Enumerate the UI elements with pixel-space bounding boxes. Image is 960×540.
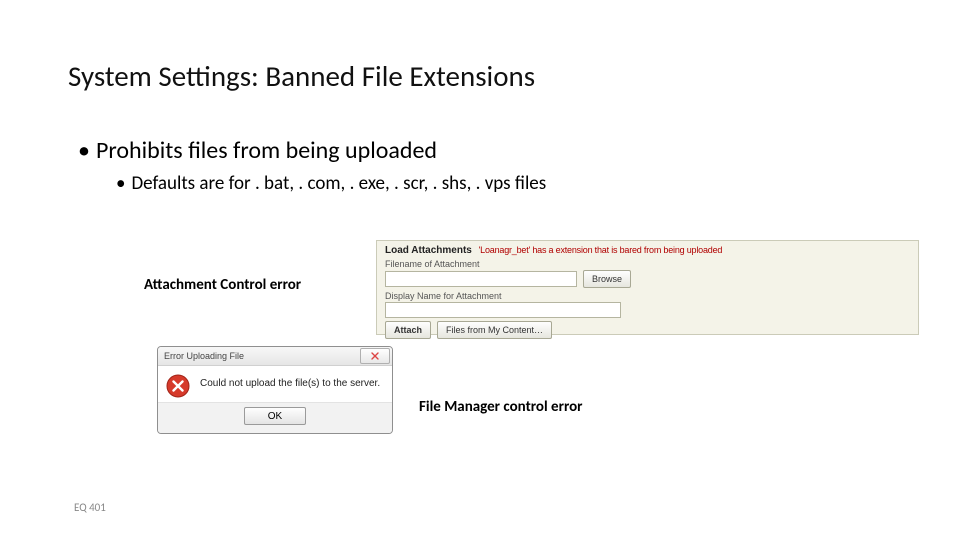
caption-file-manager-control-error: File Manager control error [419, 398, 582, 416]
bullet-2-text: Defaults are for . bat, . com, . exe, . … [131, 172, 546, 195]
close-icon [371, 352, 379, 360]
dialog-title-text: Error Uploading File [164, 351, 244, 361]
panel-header-title: Load Attachments [385, 245, 472, 256]
bullet-dot-icon: • [78, 136, 90, 165]
bullet-1-text: Prohibits files from being uploaded [96, 136, 437, 165]
filename-input[interactable] [385, 271, 577, 287]
bullet-list: •Prohibits files from being uploaded •De… [78, 135, 898, 195]
error-icon [166, 374, 190, 398]
panel-header: Load Attachments 'Loanagr_bet' has a ext… [385, 245, 910, 256]
panel-button-row: Attach Files from My Content… [385, 321, 910, 339]
slide-title: System Settings: Banned File Extensions [68, 58, 535, 94]
dialog-body: Could not upload the file(s) to the serv… [158, 366, 392, 402]
caption-attachment-control-error: Attachment Control error [144, 276, 301, 294]
dialog-close-button[interactable] [360, 348, 390, 364]
filename-label: Filename of Attachment [385, 259, 910, 269]
bullet-level-1: •Prohibits files from being uploaded [78, 135, 898, 166]
load-attachments-panel: Load Attachments 'Loanagr_bet' has a ext… [376, 240, 919, 335]
ok-button[interactable]: OK [244, 407, 306, 425]
error-dialog: Error Uploading File Could not upload th… [157, 346, 393, 434]
displayname-row [385, 302, 910, 318]
dialog-message: Could not upload the file(s) to the serv… [200, 374, 380, 389]
dialog-titlebar: Error Uploading File [158, 347, 392, 366]
browse-button[interactable]: Browse [583, 270, 631, 288]
displayname-input[interactable] [385, 302, 621, 318]
filename-row: Browse [385, 270, 910, 288]
files-from-my-content-button[interactable]: Files from My Content… [437, 321, 552, 339]
slide-footer: EQ 401 [74, 501, 106, 514]
attach-button[interactable]: Attach [385, 321, 431, 339]
displayname-label: Display Name for Attachment [385, 291, 910, 301]
dialog-footer: OK [158, 402, 392, 433]
bullet-dot-icon: • [116, 172, 125, 195]
bullet-level-2: • Defaults are for . bat, . com, . exe, .… [116, 172, 898, 195]
panel-header-error-text: 'Loanagr_bet' has a extension that is ba… [479, 245, 723, 255]
